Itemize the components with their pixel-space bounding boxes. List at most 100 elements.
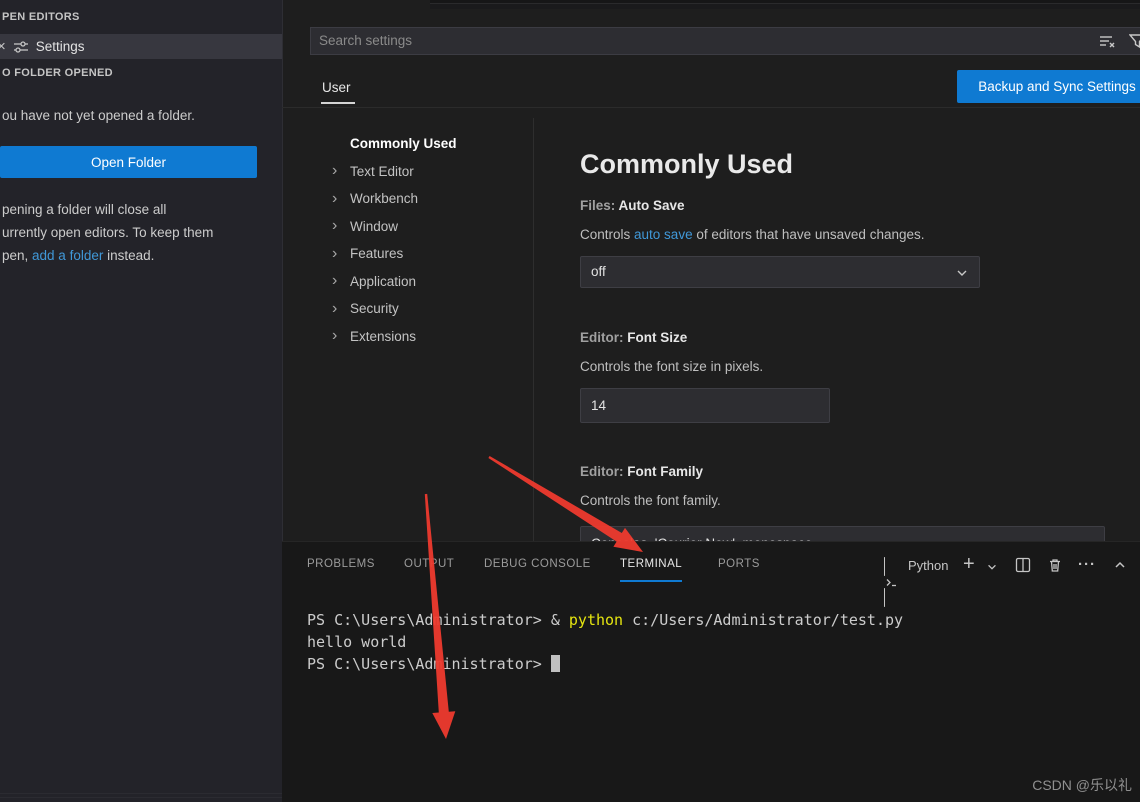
toc-item-label: Window <box>350 219 398 234</box>
sidebar-section-divider <box>0 793 283 794</box>
toc-item-label: Commonly Used <box>350 136 457 151</box>
toc-item-security[interactable]: › Security <box>332 295 522 323</box>
settings-header-border <box>282 107 1140 108</box>
sidebar-section-divider <box>0 797 283 798</box>
settings-tab-label: Settings <box>36 39 85 54</box>
open-editors-header: PEN EDITORS <box>2 11 80 23</box>
bottom-panel: PROBLEMS OUTPUT DEBUG CONSOLE TERMINAL P… <box>282 541 1140 802</box>
setting-label-font-family: Editor: Font Family <box>580 464 703 479</box>
note-line-3-prefix: pen, <box>2 248 32 263</box>
toc-item-label: Extensions <box>350 329 416 344</box>
shell-selector-label[interactable]: Python <box>908 558 948 573</box>
setting-label-font-size: Editor: Font Size <box>580 330 687 345</box>
terminal-content[interactable]: PS C:\Users\Administrator> & python c:/U… <box>307 609 903 675</box>
chevron-right-icon: › <box>332 328 342 344</box>
settings-toc: Commonly Used › Text Editor › Workbench › W… <box>332 130 522 350</box>
note-line-1: pening a folder will close all <box>2 198 264 221</box>
terminal-command: python <box>569 611 623 629</box>
filter-icon[interactable] <box>1129 33 1140 49</box>
panel-tab-ports[interactable]: PORTS <box>718 558 760 570</box>
toc-item-text-editor[interactable]: › Text Editor <box>332 158 522 186</box>
panel-tab-problems[interactable]: PROBLEMS <box>307 558 375 570</box>
chevron-right-icon: › <box>332 218 342 234</box>
setting-desc-font-family: Controls the font family. <box>580 493 721 508</box>
terminal-cursor <box>551 655 560 672</box>
panel-tab-terminal[interactable]: TERMINAL <box>620 558 682 570</box>
backup-and-sync-button[interactable]: Backup and Sync Settings <box>957 70 1140 103</box>
watermark: CSDN @乐以礼 <box>1032 775 1132 795</box>
chevron-right-icon: › <box>332 273 342 289</box>
setting-name: Font Family <box>627 464 703 479</box>
font-size-input[interactable] <box>580 388 830 423</box>
panel-tab-output[interactable]: OUTPUT <box>404 558 454 570</box>
desc-text: Controls <box>580 227 634 242</box>
toc-item-label: Application <box>350 274 416 289</box>
setting-category: Editor: <box>580 464 627 479</box>
desc-text: of editors that have unsaved changes. <box>693 227 925 242</box>
chevron-right-icon: › <box>332 163 342 179</box>
clear-filter-icon[interactable] <box>1099 33 1117 49</box>
setting-category: Files: <box>580 198 619 213</box>
new-terminal-icon[interactable]: + <box>963 554 975 574</box>
terminal-args: c:/Users/Administrator/test.py <box>623 611 903 629</box>
setting-name: Font Size <box>627 330 687 345</box>
chevron-right-icon: › <box>332 246 342 262</box>
note-line-2: urrently open editors. To keep them <box>2 221 264 244</box>
note-line-3: pen, add a folder instead. <box>2 244 264 267</box>
more-actions-icon[interactable]: ··· <box>1078 556 1096 573</box>
chevron-right-icon: › <box>332 301 342 317</box>
setting-name: Auto Save <box>619 198 685 213</box>
terminal-prompt: PS C:\Users\Administrator> <box>307 655 551 673</box>
toc-item-label: Features <box>350 246 403 261</box>
setting-label-auto-save: Files: Auto Save <box>580 198 685 213</box>
toc-item-features[interactable]: › Features <box>332 240 522 268</box>
auto-save-select[interactable]: off <box>580 256 980 288</box>
terminal-line: PS C:\Users\Administrator> & python c:/U… <box>307 609 903 631</box>
split-terminal-icon[interactable] <box>1015 557 1031 573</box>
tabstrip-border <box>430 3 1140 4</box>
open-folder-button[interactable]: Open Folder <box>0 146 257 178</box>
toc-item-extensions[interactable]: › Extensions <box>332 323 522 351</box>
settings-search-box <box>310 27 1140 55</box>
tab-user-underline <box>321 102 355 104</box>
terminal-operator: & <box>551 611 569 629</box>
maximize-panel-chevron-icon[interactable] <box>1113 559 1127 571</box>
add-a-folder-link[interactable]: add a folder <box>32 248 103 263</box>
terminal-line: hello world <box>307 631 903 653</box>
auto-save-link[interactable]: auto save <box>634 227 693 242</box>
open-folder-note: pening a folder will close all urrently … <box>2 198 264 267</box>
toc-item-window[interactable]: › Window <box>332 213 522 241</box>
settings-sliders-icon <box>13 39 29 55</box>
page-title: Commonly Used <box>580 149 793 180</box>
close-icon[interactable]: × <box>0 39 6 54</box>
chevron-down-icon <box>955 266 969 280</box>
note-line-3-suffix: instead. <box>103 248 154 263</box>
terminal-tab-underline <box>620 580 682 582</box>
setting-desc-font-size: Controls the font size in pixels. <box>580 359 763 374</box>
toc-divider <box>533 118 534 541</box>
search-input[interactable] <box>311 28 1039 52</box>
toc-item-label: Text Editor <box>350 164 414 179</box>
setting-desc-auto-save: Controls auto save of editors that have … <box>580 227 924 242</box>
setting-category: Editor: <box>580 330 627 345</box>
kill-terminal-trash-icon[interactable] <box>1047 557 1063 573</box>
open-editor-settings-item[interactable]: × Settings <box>0 34 282 59</box>
sidebar: PEN EDITORS × Settings O FOLDER OPENED o… <box>0 0 283 802</box>
no-folder-text: ou have not yet opened a folder. <box>2 108 195 123</box>
chevron-right-icon: › <box>332 191 342 207</box>
tab-user[interactable]: User <box>322 80 351 95</box>
toc-item-label: Workbench <box>350 191 418 206</box>
auto-save-value: off <box>591 264 606 279</box>
panel-tab-debug-console[interactable]: DEBUG CONSOLE <box>484 558 591 570</box>
editor-tabstrip <box>430 0 1140 9</box>
toc-item-label: Security <box>350 301 399 316</box>
toc-item-commonly-used[interactable]: Commonly Used <box>332 130 522 158</box>
toc-item-workbench[interactable]: › Workbench <box>332 185 522 213</box>
terminal-prompt: PS C:\Users\Administrator> <box>307 611 551 629</box>
no-folder-opened-header: O FOLDER OPENED <box>2 67 113 79</box>
terminal-line: PS C:\Users\Administrator> <box>307 653 903 675</box>
terminal-shell-icon <box>884 558 899 607</box>
toc-item-application[interactable]: › Application <box>332 268 522 296</box>
launch-profile-chevron-icon[interactable] <box>986 561 998 573</box>
vscode-window: PEN EDITORS × Settings O FOLDER OPENED o… <box>0 0 1140 802</box>
